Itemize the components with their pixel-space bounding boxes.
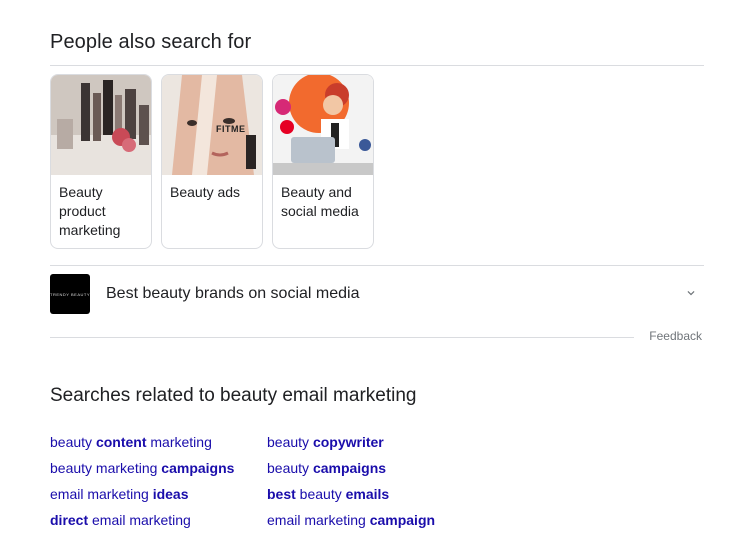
feedback-link[interactable]: Feedback [649,329,702,343]
divider [50,65,704,66]
related-search-link[interactable]: email marketing ideas [50,486,234,512]
related-searches-right-column: beauty copywriter beauty campaigns best … [267,434,435,538]
related-search-link[interactable]: beauty campaigns [267,460,435,486]
related-search-link[interactable]: beauty marketing campaigns [50,460,234,486]
related-search-link[interactable]: direct email marketing [50,512,234,538]
people-also-search-title: People also search for [50,31,252,53]
chevron-down-icon[interactable] [684,286,698,300]
card-label: Beauty product marketing [59,184,121,238]
related-searches-left-column: beauty content marketing beauty marketin… [50,434,234,538]
card-beauty-and-social-media[interactable]: Beauty and social media [272,74,374,249]
related-search-link[interactable]: best beauty emails [267,486,435,512]
expander-label: Best beauty brands on social media [106,285,360,302]
best-beauty-brands-expander[interactable]: TRENDY BEAUTY Best beauty brands on soci… [50,274,704,314]
card-label: Beauty and social media [281,184,359,219]
woman-face-ad-image: FITME [162,75,262,175]
people-also-search-cards: Beauty product marketing FITME Beauty ad… [50,74,374,249]
divider [50,265,704,266]
trendy-beauty-logo: TRENDY BEAUTY [50,274,90,314]
related-search-link[interactable]: beauty content marketing [50,434,234,460]
fitme-overlay-text: FITME [216,124,246,134]
card-label: Beauty ads [170,184,241,200]
cartoon-woman-social-image [273,75,373,175]
related-searches-title: Searches related to beauty email marketi… [50,385,417,406]
card-beauty-product-marketing[interactable]: Beauty product marketing [50,74,152,249]
cosmetics-brushes-image [51,75,151,175]
divider [50,337,634,338]
logo-text: TRENDY BEAUTY [50,291,90,297]
related-search-link[interactable]: beauty copywriter [267,434,435,460]
card-beauty-ads[interactable]: FITME Beauty ads [161,74,263,249]
related-search-link[interactable]: email marketing campaign [267,512,435,538]
